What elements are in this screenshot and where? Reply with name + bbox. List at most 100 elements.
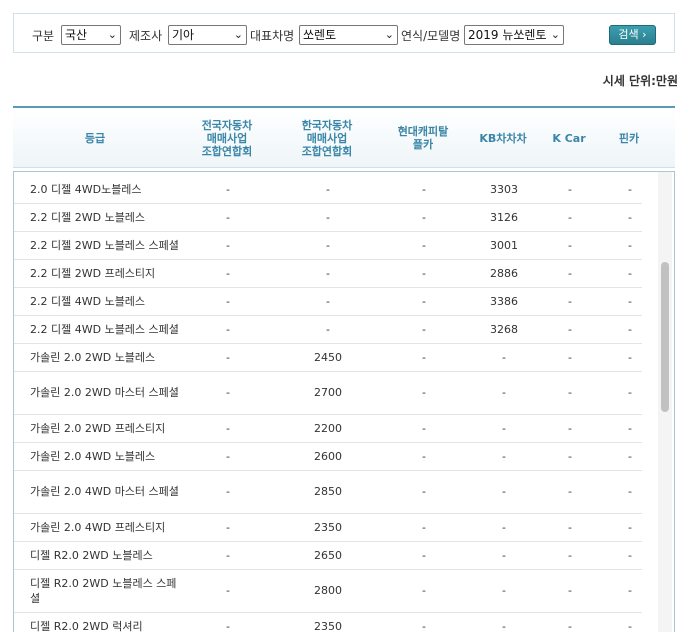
grade-cell: 가솔린 2.0 2WD 노블레스 [30, 350, 156, 364]
price-cell: - [568, 350, 572, 364]
price-cell: - [568, 266, 572, 280]
price-cell: - [226, 266, 230, 280]
price-cell: - [422, 386, 426, 399]
price-cell: - [422, 266, 426, 280]
table-row: 2.2 디젤 4WD 노블레스 스페셜 - - - 3268 - - [14, 315, 642, 344]
chevron-down-icon: ⌄ [550, 28, 560, 41]
price-cell: - [422, 238, 426, 252]
scrollbar[interactable] [658, 172, 672, 632]
chevron-down-icon: ⌄ [107, 28, 117, 41]
price-cell: - [226, 238, 230, 252]
model-select-value: 쏘렌토 [303, 28, 337, 42]
price-cell: - [226, 548, 230, 562]
price-cell: - [628, 238, 632, 252]
grade-cell: 2.2 디젤 2WD 프레스티지 [30, 266, 156, 280]
price-cell: - [422, 350, 426, 364]
price-cell: - [568, 182, 572, 196]
search-button[interactable]: 검색 › [609, 25, 656, 45]
price-cell: - [502, 386, 506, 399]
price-cell: - [628, 210, 632, 224]
model-label: 대표차명 [250, 29, 295, 43]
price-cell: - [422, 182, 426, 196]
column-header: K Car [552, 131, 586, 145]
price-cell: - [568, 485, 572, 498]
price-cell: 3268 [490, 322, 518, 336]
price-cell: 3303 [490, 182, 518, 196]
price-cell: - [568, 619, 572, 632]
grade-cell: 디젤 R2.0 2WD 럭셔리 [30, 619, 143, 632]
grade-cell: 2.0 디젤 4WD노블레스 [30, 182, 142, 196]
table-row: 가솔린 2.0 4WD 노블레스 - 2600 - - - - [14, 442, 642, 471]
grade-cell: 가솔린 2.0 2WD 마스터 스페셜 [30, 386, 179, 399]
price-cell: - [502, 449, 506, 463]
price-cell: - [422, 485, 426, 498]
grade-cell: 디젤 R2.0 2WD 노블레스 [30, 548, 153, 562]
table-row: 가솔린 2.0 4WD 프레스티지 - 2350 - - - - [14, 513, 642, 542]
price-cell: - [226, 322, 230, 336]
price-cell: - [502, 584, 506, 597]
grade-cell: 2.2 디젤 4WD 노블레스 스페셜 [30, 322, 179, 336]
price-cell: 2850 [314, 485, 342, 498]
price-cell: 2450 [314, 350, 342, 364]
column-header: 현대캐피탈 플카 [397, 125, 449, 151]
price-cell: - [502, 548, 506, 562]
price-table-body[interactable]: 디젤 R2.0 2WD 럭셔리 - 2350 - - - - 디젤 R2.0 2WD 노블레스… [13, 171, 675, 632]
price-cell: - [226, 210, 230, 224]
price-cell: 2700 [314, 386, 342, 399]
price-cell: 2650 [314, 548, 342, 562]
price-cell: 3386 [490, 294, 518, 308]
price-cell: 2800 [314, 584, 342, 597]
table-row: 가솔린 2.0 4WD 마스터 스페셜 - 2850 - - - - [14, 470, 642, 514]
price-cell: - [568, 294, 572, 308]
price-cell: - [226, 520, 230, 534]
table-row: 가솔린 2.0 2WD 프레스티지 - 2200 - - - - [14, 414, 642, 443]
price-cell: - [226, 485, 230, 498]
grade-cell: 가솔린 2.0 4WD 프레스티지 [30, 520, 166, 534]
price-cell: 2886 [490, 266, 518, 280]
table-row: 가솔린 2.0 2WD 마스터 스페셜 - 2700 - - - - [14, 371, 642, 415]
grade-cell: 2.2 디젤 2WD 노블레스 [30, 210, 146, 224]
price-cell: - [568, 386, 572, 399]
grade-cell: 2.2 디젤 2WD 노블레스 스페셜 [30, 238, 179, 252]
price-cell: - [326, 238, 330, 252]
price-cell: - [628, 485, 632, 498]
price-cell: - [502, 619, 506, 632]
price-cell: 3001 [490, 238, 518, 252]
price-cell: - [422, 619, 426, 632]
year-label: 연식/모델명 [401, 29, 461, 43]
price-cell: - [568, 238, 572, 252]
price-cell: - [628, 421, 632, 435]
price-cell: - [628, 266, 632, 280]
column-header: 등급 [84, 131, 106, 145]
price-cell: - [568, 421, 572, 435]
column-header: 전국자동차 매매사업 조합연합회 [201, 118, 253, 158]
model-select[interactable]: 쏘렌토 ⌄ [299, 25, 398, 45]
type-label: 구분 [32, 29, 55, 43]
price-cell: - [568, 210, 572, 224]
price-cell: 2350 [314, 520, 342, 534]
price-cell: - [326, 210, 330, 224]
table-row: 가솔린 2.0 2WD 노블레스 - 2450 - - - - [14, 343, 642, 372]
unit-label: 시세 단위:만원 [602, 74, 678, 88]
price-cell: - [628, 322, 632, 336]
scroll-thumb[interactable] [661, 262, 669, 412]
price-cell: - [628, 619, 632, 632]
price-cell: - [568, 548, 572, 562]
grade-cell: 가솔린 2.0 2WD 프레스티지 [30, 421, 166, 435]
price-cell: 3126 [490, 210, 518, 224]
price-cell: - [226, 421, 230, 435]
price-cell: - [502, 421, 506, 435]
price-cell: - [226, 294, 230, 308]
year-select[interactable]: 2019 뉴쏘렌토 ⌄ [464, 25, 564, 45]
type-select[interactable]: 국산 ⌄ [61, 25, 121, 45]
chevron-down-icon: ⌄ [233, 28, 243, 41]
table-row: 2.2 디젤 2WD 노블레스 - - - 3126 - - [14, 203, 642, 232]
price-cell: - [568, 322, 572, 336]
chevron-down-icon: ⌄ [384, 28, 394, 41]
price-cell: - [422, 449, 426, 463]
price-cell: - [226, 386, 230, 399]
price-cell: - [226, 182, 230, 196]
maker-select[interactable]: 기아 ⌄ [168, 25, 247, 45]
price-cell: - [628, 584, 632, 597]
price-cell: - [226, 584, 230, 597]
